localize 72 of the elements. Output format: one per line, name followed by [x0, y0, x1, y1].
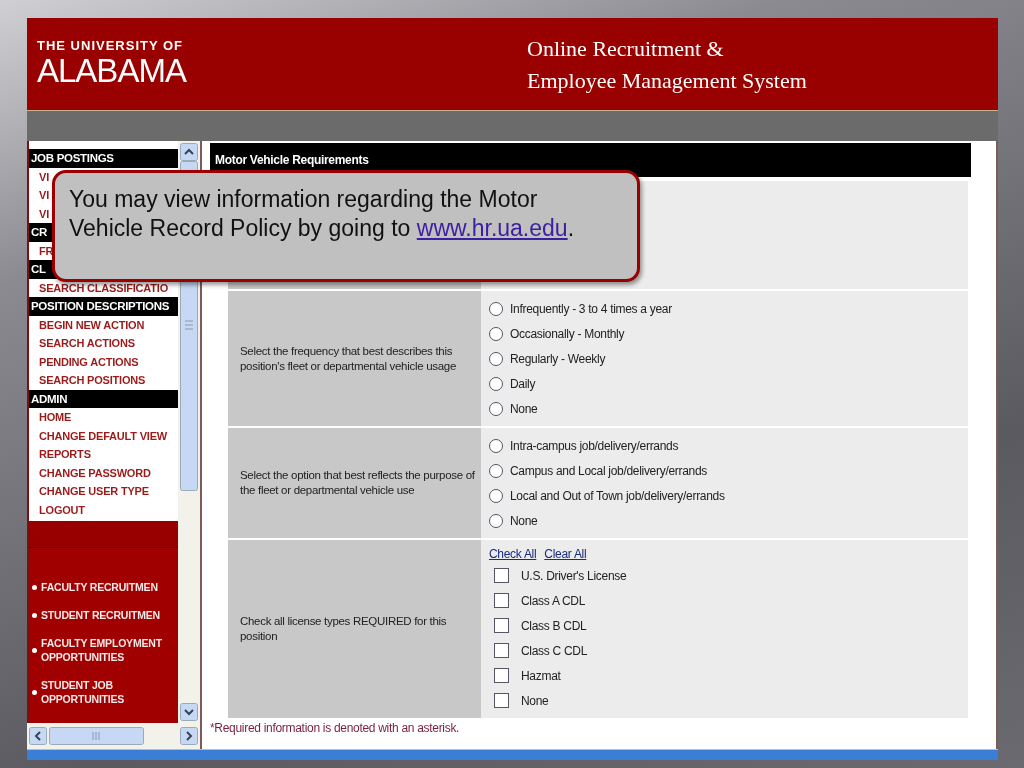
menu-item[interactable]: LOGOUT	[39, 500, 85, 519]
menu-item[interactable]: SEARCH ACTIONS	[39, 334, 135, 353]
select-link[interactable]: Clear All	[544, 547, 587, 561]
bullet-icon	[32, 647, 37, 653]
option-label: Hazmat	[521, 668, 561, 683]
bullet-icon	[32, 612, 37, 618]
menu-item[interactable]: VI	[39, 186, 49, 205]
institution-name: ALABAMA	[37, 53, 188, 89]
option-label: None	[521, 693, 549, 708]
website-link[interactable]: www.hr.ua.edu	[416, 215, 568, 241]
system-title: Online Recruitment &	[527, 35, 725, 63]
sidebar-link[interactable]: STUDENT RECRUITMEN	[41, 608, 160, 622]
radio-button[interactable]	[489, 488, 503, 503]
radio-button[interactable]	[489, 326, 503, 341]
menu-item[interactable]: BEGIN NEW ACTION	[39, 315, 145, 334]
sidebar-link[interactable]: FACULTY EMPLOYMENT OPPORTUNITIES	[41, 636, 178, 664]
option-label: Class A CDL	[521, 593, 586, 608]
menu-item[interactable]: CHANGE PASSWORD	[39, 463, 151, 482]
checkbox[interactable]	[494, 668, 509, 683]
menu-section-header: POSITION DESCRIPTIONS	[29, 297, 178, 316]
radio-button[interactable]	[489, 301, 503, 316]
checkbox[interactable]	[494, 568, 509, 583]
checkbox[interactable]	[494, 643, 509, 658]
scroll-left-icon[interactable]	[29, 727, 47, 745]
menu-item[interactable]: VI	[39, 204, 49, 223]
option-label: Intra-campus job/delivery/errands	[510, 438, 679, 453]
menu-section-header: JOB POSTINGS	[29, 149, 178, 168]
menu-item[interactable]: REPORTS	[39, 445, 91, 464]
radio-button[interactable]	[489, 513, 503, 528]
institution-line: THE UNIVERSITY OF	[37, 38, 185, 53]
option-label: Infrequently - 3 to 4 times a year	[510, 301, 672, 316]
radio-button[interactable]	[489, 401, 503, 416]
option-label: Campus and Local job/delivery/errands	[510, 463, 707, 478]
sidebar-link[interactable]: STUDENT JOB OPPORTUNITIES	[41, 678, 178, 706]
option-label: Class C CDL	[521, 643, 588, 658]
system-title: Employee Management System	[527, 67, 807, 95]
menu-item[interactable]: VI	[39, 167, 49, 186]
menu-item[interactable]: SEARCH POSITIONS	[39, 371, 146, 390]
sidebar-link[interactable]: FACULTY RECRUITMEN	[41, 580, 158, 594]
menu-item[interactable]: CHANGE USER TYPE	[39, 482, 149, 501]
footnote: *Required information is denoted with an asterisk.	[210, 721, 461, 735]
question-label: Check all license types REQUIRED for this position	[240, 614, 448, 644]
checkbox[interactable]	[494, 593, 509, 608]
menu-item[interactable]: HOME	[39, 408, 72, 427]
scroll-down-icon[interactable]	[180, 703, 198, 721]
menu-item[interactable]: CHANGE DEFAULT VIEW	[39, 426, 167, 445]
menu-item[interactable]: PENDING ACTIONS	[39, 352, 139, 371]
scroll-up-icon[interactable]	[180, 143, 198, 161]
menu-item[interactable]: SEARCH CLASSIFICATIO	[39, 278, 169, 297]
radio-button[interactable]	[489, 463, 503, 478]
option-label: Local and Out of Town job/delivery/errands	[510, 488, 725, 503]
option-label: None	[510, 401, 538, 416]
option-label: Daily	[510, 376, 536, 391]
bullet-icon	[32, 584, 37, 590]
radio-button[interactable]	[489, 376, 503, 391]
question-label: Select the option that best reflects the purpose of the fleet or departmental vehicle use	[240, 468, 475, 498]
checkbox[interactable]	[494, 618, 509, 633]
checkbox[interactable]	[494, 693, 509, 708]
option-label: None	[510, 513, 538, 528]
option-label: Occasionally - Monthly	[510, 326, 625, 341]
menu-section-header: ADMIN	[29, 389, 178, 408]
radio-button[interactable]	[489, 351, 503, 366]
question-label: Select the frequency that best describes this position's fleet or departmental vehicle usage	[240, 343, 457, 374]
scroll-right-icon[interactable]	[180, 727, 198, 745]
option-label: Class B CDL	[521, 618, 587, 633]
select-link[interactable]: Check All	[489, 547, 537, 561]
bullet-icon	[32, 689, 37, 695]
option-label: U.S. Driver's License	[521, 568, 627, 583]
scroll-thumb-icon[interactable]	[49, 727, 144, 745]
option-label: Regularly - Weekly	[510, 351, 606, 366]
radio-button[interactable]	[489, 438, 503, 453]
horizontal-scrollbar[interactable]	[27, 723, 200, 749]
